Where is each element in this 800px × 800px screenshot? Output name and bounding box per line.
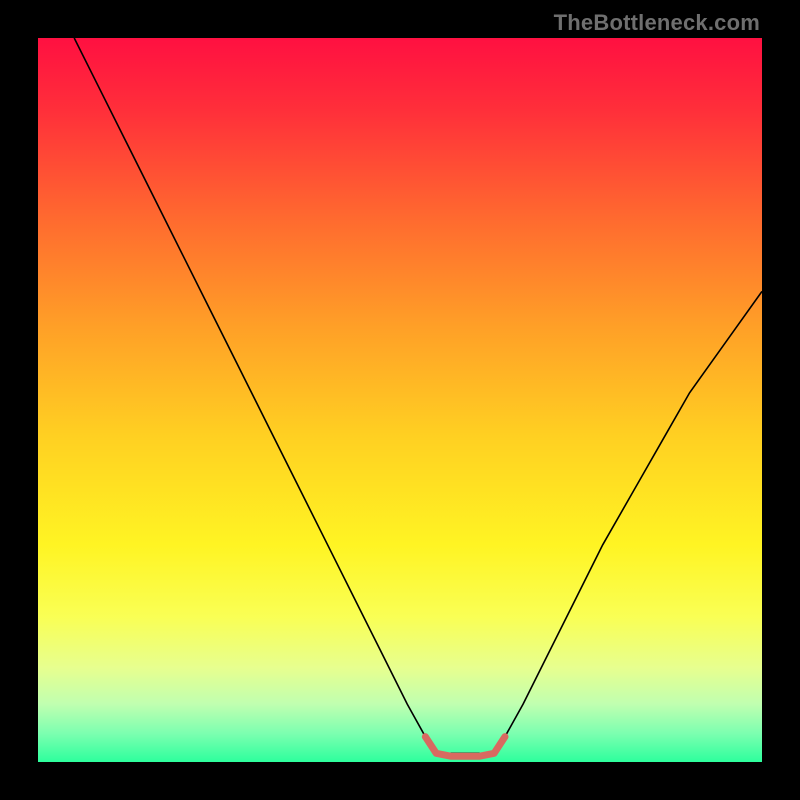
chart-plot-area xyxy=(38,38,762,762)
chart-background-gradient xyxy=(38,38,762,762)
chart-frame: TheBottleneck.com xyxy=(0,0,800,800)
chart-svg xyxy=(38,38,762,762)
watermark-text: TheBottleneck.com xyxy=(554,10,760,36)
